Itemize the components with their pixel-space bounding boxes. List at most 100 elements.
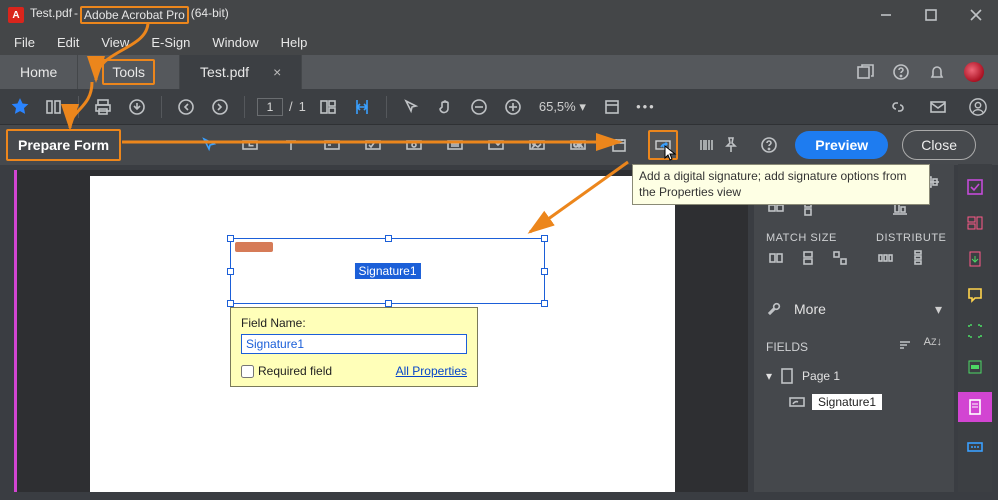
zoom-level[interactable]: 65,5% ▾ [535, 99, 590, 115]
page-current-input[interactable] [257, 98, 283, 116]
field-name-input[interactable] [241, 334, 467, 354]
title-app: Adobe Acrobat Pro [80, 6, 189, 24]
title-bar: A Test.pdf - Adobe Acrobat Pro (64-bit) [0, 0, 998, 30]
resize-handle[interactable] [227, 268, 234, 275]
chevron-down-icon: ▾ [935, 301, 942, 318]
text-icon[interactable] [279, 133, 303, 157]
rail-export-icon[interactable] [964, 248, 986, 270]
resize-handle[interactable] [227, 235, 234, 242]
minimize-button[interactable] [863, 0, 908, 30]
fit-width-icon[interactable] [350, 95, 374, 119]
tab-close-icon[interactable]: × [273, 64, 281, 80]
resize-handle[interactable] [541, 300, 548, 307]
menu-help[interactable]: Help [271, 33, 318, 52]
window-title: Test.pdf - Adobe Acrobat Pro (64-bit) [30, 6, 229, 24]
mail-icon[interactable] [926, 95, 950, 119]
menu-window[interactable]: Window [202, 33, 268, 52]
chevron-down-icon: ▾ [579, 99, 586, 114]
document-area[interactable]: Signature1 Field Name: Required field [14, 170, 748, 492]
required-checkbox[interactable]: Required field [241, 364, 332, 378]
ok-button-field-icon[interactable]: OK [566, 133, 590, 157]
hand-icon[interactable] [433, 95, 457, 119]
tab-tools[interactable]: Tools [78, 55, 180, 89]
save-icon[interactable] [125, 95, 149, 119]
right-panel: MATCH SIZE DISTRIBUTE More ▾ FIELDS AZ↓ [754, 164, 954, 492]
read-mode-icon[interactable] [600, 95, 624, 119]
signature-field-icon [788, 393, 806, 411]
dropdown-field-icon[interactable] [443, 133, 467, 157]
tree-field-node[interactable]: Signature1 [788, 393, 942, 411]
rail-organize-icon[interactable] [964, 212, 986, 234]
more-menu[interactable]: More ▾ [766, 300, 942, 318]
rail-comment-icon[interactable] [964, 284, 986, 306]
undo-icon[interactable] [174, 95, 198, 119]
sort-order-icon[interactable] [896, 336, 914, 357]
sort-az-icon[interactable]: AZ↓ [924, 336, 942, 357]
mouse-cursor-icon [664, 145, 678, 161]
checkbox-field-icon[interactable] [320, 133, 344, 157]
resize-handle[interactable] [541, 268, 548, 275]
zoom-out-icon[interactable] [467, 95, 491, 119]
bell-icon[interactable] [928, 63, 946, 81]
maximize-button[interactable] [908, 0, 953, 30]
select-icon[interactable] [399, 95, 423, 119]
panel-toggle-icon[interactable] [42, 95, 66, 119]
tab-home[interactable]: Home [0, 55, 78, 89]
print-icon[interactable] [91, 95, 115, 119]
menu-edit[interactable]: Edit [47, 33, 89, 52]
close-tool-button[interactable]: Close [902, 130, 976, 160]
radio-field-icon[interactable] [361, 133, 385, 157]
tree-page-node[interactable]: ▾ Page 1 [766, 367, 942, 385]
match-width-icon[interactable] [766, 250, 786, 266]
preview-button[interactable]: Preview [795, 131, 888, 159]
share-icon[interactable] [856, 63, 874, 81]
distribute-v-icon[interactable] [908, 250, 928, 266]
digital-signature-tool[interactable] [648, 130, 678, 160]
resize-handle[interactable] [541, 235, 548, 242]
resize-handle[interactable] [227, 300, 234, 307]
pointer-tool-icon[interactable] [197, 133, 221, 157]
match-both-icon[interactable] [830, 250, 850, 266]
more-tools-icon[interactable]: ••• [634, 95, 658, 119]
resize-handle[interactable] [385, 300, 392, 307]
menu-file[interactable]: File [4, 33, 45, 52]
required-label: Required field [258, 364, 332, 378]
text-field-icon[interactable] [238, 133, 262, 157]
chevron-down-icon: ▾ [766, 369, 772, 383]
tab-document[interactable]: Test.pdf × [180, 55, 302, 89]
menu-esign[interactable]: E-Sign [141, 33, 200, 52]
barcode-field-icon[interactable] [695, 133, 719, 157]
help-icon[interactable] [892, 63, 910, 81]
rail-prepare-form-icon[interactable] [958, 392, 992, 422]
help-circle-icon[interactable] [757, 133, 781, 157]
menu-view[interactable]: View [91, 33, 139, 52]
resize-handle[interactable] [385, 235, 392, 242]
pin-icon[interactable] [719, 133, 743, 157]
pdf-page[interactable]: Signature1 Field Name: Required field [90, 176, 675, 492]
match-height-icon[interactable] [798, 250, 818, 266]
rail-scan-icon[interactable] [964, 320, 986, 342]
rail-redact-icon[interactable] [964, 356, 986, 378]
button-field-icon[interactable] [402, 133, 426, 157]
user-avatar[interactable] [964, 62, 984, 82]
date-field-icon[interactable] [607, 133, 631, 157]
zoom-in-icon[interactable] [501, 95, 525, 119]
required-checkbox-input[interactable] [241, 365, 254, 378]
more-label: More [794, 301, 826, 317]
signature-graphic [235, 242, 273, 252]
rail-more-icon[interactable] [964, 436, 986, 458]
account-icon[interactable] [966, 95, 990, 119]
close-window-button[interactable] [953, 0, 998, 30]
link-icon[interactable] [886, 95, 910, 119]
prepare-form-label: Prepare Form [6, 129, 121, 161]
list-field-icon[interactable] [484, 133, 508, 157]
signature-field[interactable]: Signature1 [230, 238, 545, 304]
distribute-h-icon[interactable] [876, 250, 896, 266]
all-properties-link[interactable]: All Properties [396, 364, 467, 378]
thumbnails-icon[interactable] [316, 95, 340, 119]
redo-icon[interactable] [208, 95, 232, 119]
zoom-value: 65,5% [539, 99, 576, 114]
star-icon[interactable] [8, 95, 32, 119]
rail-checkbox-icon[interactable] [964, 176, 986, 198]
image-field-icon[interactable] [525, 133, 549, 157]
